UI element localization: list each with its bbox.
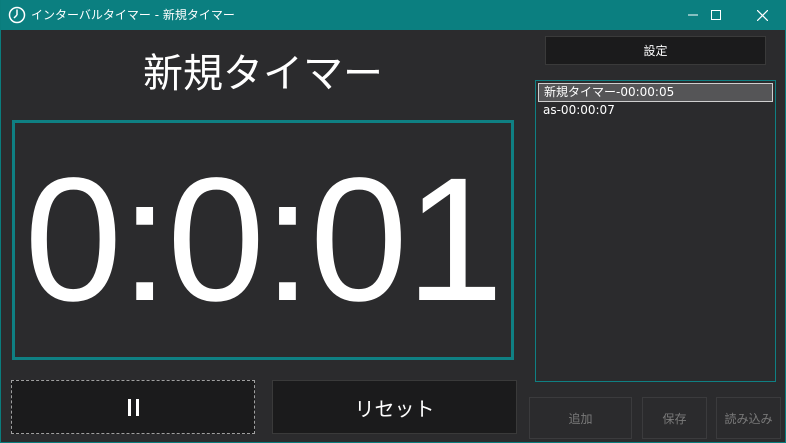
app-window: インターバルタイマー - 新規タイマー 新規タイマー 0:0:01 リセット 設… <box>0 0 786 443</box>
list-item-label: as-00:00:07 <box>543 103 615 117</box>
countdown-display: 0:0:01 <box>24 142 503 338</box>
title-bar[interactable]: インターバルタイマー - 新規タイマー <box>1 0 786 30</box>
window-title: インターバルタイマー - 新規タイマー <box>31 8 235 22</box>
settings-button[interactable]: 設定 <box>545 36 766 65</box>
save-button[interactable]: 保存 <box>642 397 707 439</box>
list-item[interactable]: 新規タイマー-00:00:05 <box>538 83 773 102</box>
timer-list[interactable]: 新規タイマー-00:00:05 as-00:00:07 <box>535 80 776 382</box>
timer-display-panel: 0:0:01 <box>12 120 514 360</box>
close-button[interactable] <box>739 0 785 30</box>
list-item-label: 新規タイマー-00:00:05 <box>544 85 675 99</box>
close-icon <box>756 9 768 21</box>
timer-name-heading: 新規タイマー <box>143 51 383 97</box>
maximize-icon <box>711 10 721 20</box>
add-button[interactable]: 追加 <box>529 397 632 439</box>
list-item[interactable]: as-00:00:07 <box>538 102 773 121</box>
load-button[interactable]: 読み込み <box>716 397 781 439</box>
maximize-button[interactable] <box>693 0 739 30</box>
reset-button[interactable]: リセット <box>272 380 517 434</box>
pause-button[interactable] <box>11 380 255 434</box>
clock-icon <box>8 6 26 24</box>
pause-icon <box>127 398 139 416</box>
